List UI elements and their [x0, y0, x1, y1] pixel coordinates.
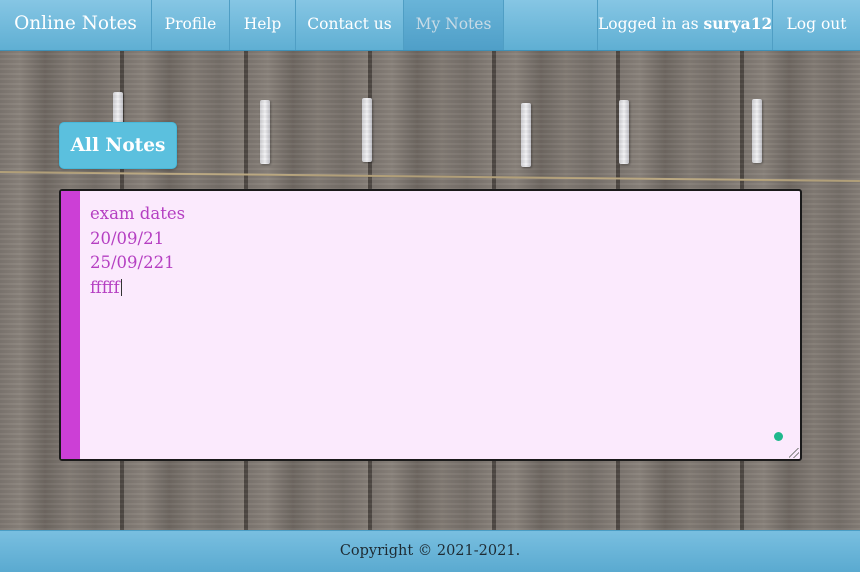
- note-line-current: fffff: [90, 276, 185, 301]
- copyright-text: Copyright © 2021-2021.: [339, 543, 521, 559]
- nav-item-profile[interactable]: Profile: [152, 0, 230, 50]
- nav-item-help[interactable]: Help: [230, 0, 296, 50]
- clothesline: [0, 171, 860, 183]
- clothespin-icon: [260, 100, 270, 164]
- text-cursor: [120, 279, 122, 297]
- logged-in-label: Logged in as: [598, 15, 704, 33]
- note-color-stripe: [61, 191, 80, 459]
- note-editor[interactable]: exam dates 20/09/21 25/09/221 fffff: [59, 189, 802, 461]
- navbar: Online Notes Profile Help Contact us My …: [0, 0, 860, 51]
- logged-in-status: Logged in as surya12: [597, 0, 773, 50]
- brand-link[interactable]: Online Notes: [0, 0, 152, 50]
- note-textarea[interactable]: exam dates 20/09/21 25/09/221 fffff: [90, 202, 185, 301]
- clothespin-icon: [619, 100, 629, 164]
- note-line: 25/09/221: [90, 253, 175, 273]
- all-notes-button[interactable]: All Notes: [59, 122, 177, 169]
- clothespin-icon: [362, 98, 372, 162]
- resize-handle-icon[interactable]: [789, 448, 799, 458]
- note-line: exam dates: [90, 204, 186, 223]
- note-line: fffff: [90, 278, 120, 298]
- username: surya12: [703, 14, 773, 33]
- status-dot-icon: [774, 432, 783, 441]
- note-line: 20/09/21: [90, 228, 165, 248]
- logout-link[interactable]: Log out: [773, 0, 860, 50]
- nav-item-contact[interactable]: Contact us: [296, 0, 404, 50]
- clothespin-icon: [521, 103, 531, 167]
- footer: Copyright © 2021-2021.: [0, 530, 860, 572]
- nav-item-my-notes[interactable]: My Notes: [404, 0, 504, 50]
- clothespin-icon: [752, 99, 762, 163]
